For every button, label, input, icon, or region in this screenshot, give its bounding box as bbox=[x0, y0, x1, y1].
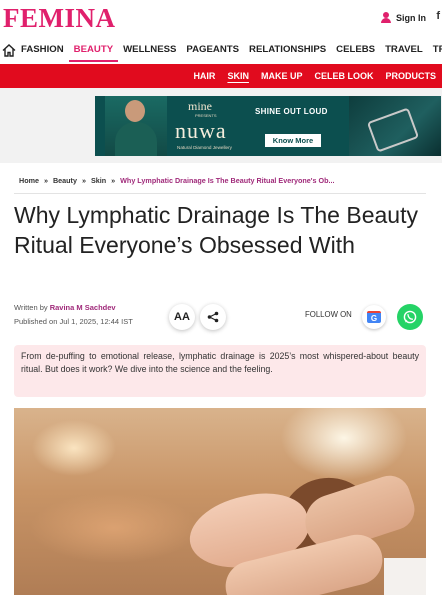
sub-nav-hair[interactable]: HAIR bbox=[187, 71, 221, 81]
site-logo[interactable]: FEMINA bbox=[3, 3, 116, 34]
breadcrumb-home[interactable]: Home bbox=[19, 176, 39, 185]
facebook-icon[interactable]: f bbox=[436, 10, 440, 22]
ad-jewellery-image bbox=[349, 96, 441, 156]
hero-image bbox=[14, 408, 426, 595]
author-link[interactable]: Ravina M Sachdev bbox=[50, 303, 116, 312]
nav-item-relationships[interactable]: RELATIONSHIPS bbox=[244, 38, 331, 62]
divider bbox=[14, 193, 426, 194]
nav-item-celebs[interactable]: CELEBS bbox=[331, 38, 380, 62]
text-size-label: AA bbox=[174, 311, 190, 323]
ad-product-sub: Natural Diamond Jewellery bbox=[177, 145, 232, 150]
user-icon bbox=[381, 12, 391, 23]
breadcrumb-current: Why Lymphatic Drainage Is The Beauty Rit… bbox=[120, 176, 335, 185]
ad-model-image bbox=[105, 96, 167, 156]
ad-product: nuwa bbox=[175, 118, 227, 143]
written-by-label: Written by bbox=[14, 303, 48, 312]
sign-in-label: Sign In bbox=[396, 12, 426, 23]
sub-nav-make-up[interactable]: MAKE UP bbox=[255, 71, 309, 81]
byline: Written by Ravina M Sachdev Published on… bbox=[14, 303, 133, 326]
sub-nav: HAIR SKIN MAKE UP CELEB LOOK PRODUCTS bbox=[0, 64, 442, 88]
follow-on-label: FOLLOW ON bbox=[305, 310, 352, 319]
main-nav: FASHION BEAUTY WELLNESS PAGEANTS RELATIO… bbox=[0, 38, 442, 62]
share-icon bbox=[207, 311, 219, 323]
share-button[interactable] bbox=[200, 304, 226, 330]
breadcrumb-separator: » bbox=[111, 176, 116, 185]
text-size-button[interactable]: AA bbox=[169, 304, 195, 330]
sub-nav-skin[interactable]: SKIN bbox=[221, 71, 255, 81]
article-summary: From de-puffing to emotional release, ly… bbox=[14, 345, 426, 397]
published-date: Published on Jul 1, 2025, 12:44 IST bbox=[14, 317, 133, 326]
google-news-button[interactable]: G bbox=[362, 305, 386, 329]
ad-cta-button[interactable]: Know More bbox=[265, 134, 321, 147]
hero-sleeve bbox=[384, 558, 426, 595]
breadcrumb-beauty[interactable]: Beauty bbox=[53, 176, 77, 185]
nav-item-wellness[interactable]: WELLNESS bbox=[118, 38, 181, 62]
sub-nav-celeb-look[interactable]: CELEB LOOK bbox=[308, 71, 379, 81]
top-bar: FEMINA Sign In f bbox=[0, 0, 442, 36]
sign-in-link[interactable]: Sign In bbox=[381, 12, 426, 23]
breadcrumb: Home » Beauty » Skin » Why Lymphatic Dra… bbox=[19, 176, 334, 185]
breadcrumb-separator: » bbox=[43, 176, 48, 185]
whatsapp-button[interactable] bbox=[397, 304, 423, 330]
nav-item-fashion[interactable]: FASHION bbox=[16, 38, 69, 62]
ad-brand: mine bbox=[188, 99, 212, 113]
nav-item-pageants[interactable]: PAGEANTS bbox=[181, 38, 244, 62]
ad-tagline: SHINE OUT LOUD bbox=[255, 107, 328, 116]
google-news-icon: G bbox=[367, 311, 381, 323]
written-by-line: Written by Ravina M Sachdev bbox=[14, 303, 133, 312]
nav-item-trends[interactable]: TRENDS bbox=[428, 38, 442, 62]
breadcrumb-skin[interactable]: Skin bbox=[91, 176, 106, 185]
whatsapp-icon bbox=[403, 310, 417, 324]
ad-banner[interactable]: mine PRESENTS nuwa Natural Diamond Jewel… bbox=[95, 96, 441, 156]
article-title: Why Lymphatic Drainage Is The Beauty Rit… bbox=[14, 202, 418, 258]
nav-item-travel[interactable]: TRAVEL bbox=[380, 38, 428, 62]
home-icon[interactable] bbox=[2, 38, 16, 62]
breadcrumb-separator: » bbox=[81, 176, 86, 185]
nav-item-beauty[interactable]: BEAUTY bbox=[68, 38, 119, 62]
sub-nav-products[interactable]: PRODUCTS bbox=[379, 71, 442, 81]
